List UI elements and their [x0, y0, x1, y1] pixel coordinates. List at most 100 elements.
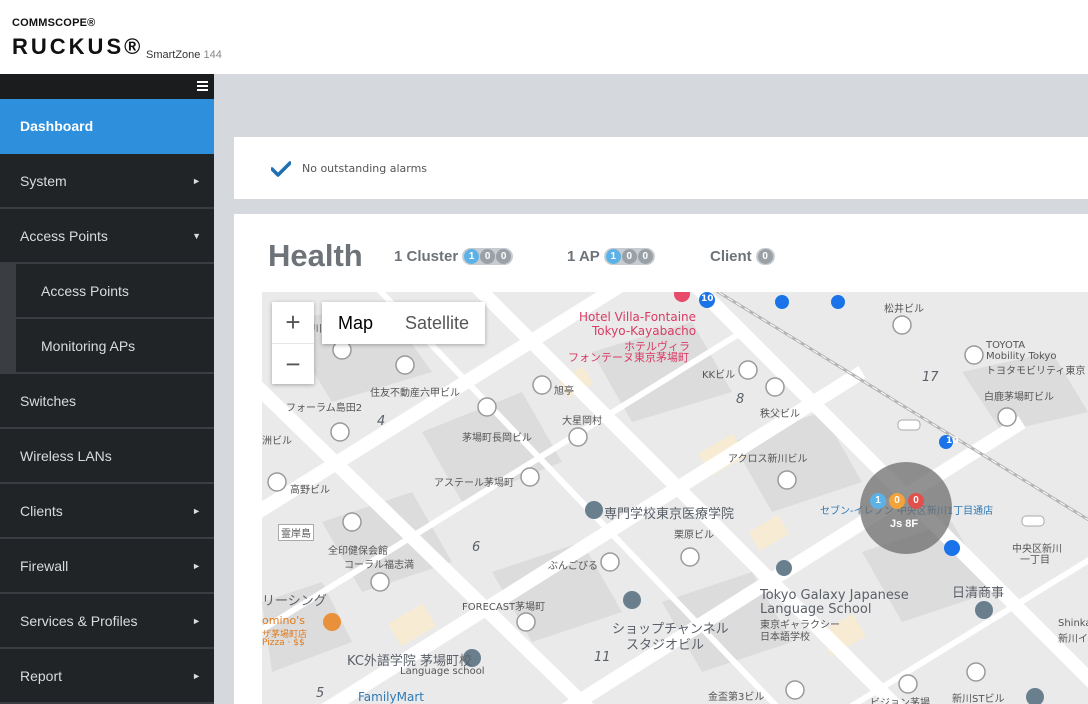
map-label: KKビル: [702, 370, 736, 381]
sidebar-item-report[interactable]: Report ►: [0, 649, 214, 704]
map-label: 住友不動産六甲ビル: [370, 388, 460, 399]
client-stat[interactable]: Client 0: [710, 248, 775, 265]
cluster-critical-count: 0: [496, 249, 512, 264]
map-label: 全印健保会館: [328, 546, 388, 557]
alarm-status-text: No outstanding alarms: [302, 162, 428, 175]
sidebar-item-label: Dashboard: [20, 117, 94, 134]
product-version: 144: [203, 49, 222, 61]
map-type-map-button[interactable]: Map: [322, 302, 389, 344]
map-label: 11: [594, 650, 611, 665]
sidebar-item-services-profiles[interactable]: Services & Profiles ►: [0, 594, 214, 649]
map-label: 高野ビル: [290, 485, 330, 496]
ap-critical-count: 0: [637, 249, 653, 264]
map-label: ぶんごびる: [548, 561, 598, 572]
sidebar-item-dashboard[interactable]: Dashboard: [0, 99, 214, 154]
cluster-stat[interactable]: 1 Cluster 1 0 0: [394, 248, 514, 265]
zoom-in-button[interactable]: +: [272, 302, 314, 343]
commscope-logo: COMMSCOPE®: [12, 17, 96, 29]
map-label: 17: [922, 370, 939, 385]
map-label: Language School: [760, 602, 872, 617]
cluster-stat-label: 1 Cluster: [394, 248, 459, 265]
hamburger-icon[interactable]: [197, 81, 208, 92]
ap-good-count: 1: [605, 249, 621, 264]
map-type-control: Map Satellite: [322, 302, 486, 344]
map-label: FORECAST茅場町: [462, 602, 546, 613]
map-label: Tokyo Galaxy Japanese: [760, 588, 909, 603]
map-label: リーシング: [262, 594, 327, 609]
product-label: SmartZone: [146, 49, 201, 61]
map-type-satellite-button[interactable]: Satellite: [389, 302, 485, 344]
ap-cluster-label: Js 8F: [890, 518, 919, 530]
alarm-panel: No outstanding alarms: [234, 137, 1088, 199]
sidebar-item-label: Access Points: [20, 227, 108, 244]
map-label: 日清商事: [952, 586, 1005, 601]
sidebar-item-label: System: [20, 172, 67, 189]
map-zoom-control: + −: [272, 302, 314, 384]
ruckus-logo: RUCKUS®: [12, 34, 144, 59]
map-label: 新川STビル: [952, 694, 1005, 704]
map-label: 大星岡村: [562, 416, 602, 427]
sidebar-subitem-monitoring-aps[interactable]: Monitoring APs: [0, 319, 214, 374]
map-label: トヨタモビリティ東京: [986, 366, 1086, 377]
sidebar-item-label: Services & Profiles: [20, 612, 138, 629]
sidebar-item-system[interactable]: System ►: [0, 154, 214, 209]
chevron-right-icon: ►: [192, 175, 201, 186]
map-label: アステール茅場町: [434, 478, 514, 489]
top-header: COMMSCOPE® RUCKUS® SmartZone 144: [0, 0, 1088, 74]
sidebar-item-firewall[interactable]: Firewall ►: [0, 539, 214, 594]
map-label: 4: [377, 414, 386, 429]
map-label: Pizza · $$: [262, 638, 305, 648]
main-content: No outstanding alarms Health 1 Cluster 1…: [214, 74, 1088, 704]
chevron-right-icon: ►: [192, 560, 201, 571]
sidebar-item-label: Monitoring APs: [41, 337, 136, 354]
check-icon: [271, 161, 291, 177]
chevron-down-icon: ▼: [192, 230, 201, 241]
map-label: FamilyMart: [358, 690, 424, 704]
map-label: 旭亭: [554, 386, 574, 397]
map-label: 一丁目: [1020, 555, 1050, 566]
map-label: TOYOTA: [986, 340, 1026, 351]
ap-cluster-critical-count: 0: [908, 493, 924, 509]
client-stat-label: Client: [710, 248, 752, 265]
map-label: 金盃第3ビル: [708, 692, 765, 703]
client-count-pill: 0: [755, 248, 775, 265]
map-label: 茅場町長岡ビル: [462, 433, 532, 444]
ap-stat[interactable]: 1 AP 1 0 0: [567, 248, 655, 265]
ap-count-pill: 1 0 0: [603, 248, 655, 265]
ap-stat-label: 1 AP: [567, 248, 600, 265]
sidebar-item-access-points[interactable]: Access Points ▼: [0, 209, 214, 264]
map-label: 5: [316, 686, 325, 701]
product-name: SmartZone 144: [146, 49, 222, 61]
map-label: フォーラム島田2: [286, 403, 363, 414]
map-label: 松井ビル: [884, 304, 924, 315]
map-label: ビジョン茅場: [870, 698, 930, 704]
health-title: Health: [268, 238, 363, 273]
zoom-out-button[interactable]: −: [272, 343, 314, 384]
map-label: 白鹿茅場町ビル: [984, 392, 1054, 403]
sidebar-item-label: Firewall: [20, 557, 69, 574]
sidebar-item-clients[interactable]: Clients ►: [0, 484, 214, 539]
map-label: omino's: [262, 614, 305, 627]
cluster-warning-count: 0: [480, 249, 496, 264]
sidebar-item-wireless-lans[interactable]: Wireless LANs: [0, 429, 214, 484]
map-label: Language school: [400, 666, 485, 677]
sidebar-item-switches[interactable]: Switches: [0, 374, 214, 429]
map-label: 専門学校東京医療学院: [604, 507, 735, 522]
map-label: Hotel Villa-Fontaine: [579, 310, 697, 324]
cluster-good-count: 1: [464, 249, 480, 264]
map-label: 栗原ビル: [674, 530, 714, 541]
map-label: 新川イー: [1058, 634, 1088, 645]
map-label: フォンテーヌ東京茅場町: [568, 351, 689, 364]
sidebar-subitem-access-points[interactable]: Access Points: [0, 264, 214, 319]
map-label: Tokyo-Kayabacho: [592, 324, 697, 338]
health-panel: Health 1 Cluster 1 0 0 1 AP 1 0 0 Client…: [234, 214, 1088, 704]
ap-cluster-marker[interactable]: 1 0 0 Js 8F: [860, 462, 952, 554]
map-label: 日本語学校: [760, 632, 810, 643]
map-label: アクロス新川ビル: [728, 454, 808, 465]
map-label: 洲ビル: [262, 436, 292, 447]
ap-cluster-good-count: 1: [870, 493, 886, 509]
ap-map[interactable]: Hotel Villa-Fontaine Tokyo-Kayabacho ホテル…: [262, 292, 1088, 704]
sidebar-item-label: Clients: [20, 502, 63, 519]
map-label: 8: [736, 392, 745, 407]
map-label: 秩父ビル: [760, 409, 800, 420]
